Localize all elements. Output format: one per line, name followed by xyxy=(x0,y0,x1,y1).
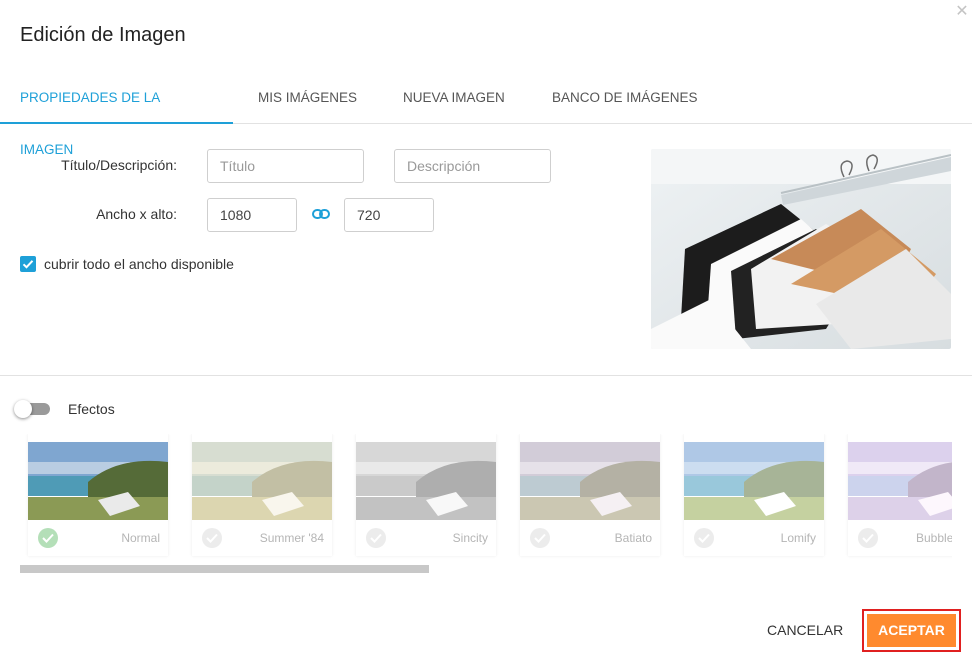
checkmark-icon xyxy=(202,528,222,548)
check-icon xyxy=(22,260,34,269)
effect-card-sincity[interactable]: Sincity xyxy=(356,434,496,556)
effect-footer: Normal xyxy=(28,520,168,556)
effects-label: Efectos xyxy=(68,401,115,417)
checkmark-icon xyxy=(858,528,878,548)
tab-bar: PROPIEDADES DE LA IMAGEN MIS IMÁGENES NU… xyxy=(0,72,972,157)
effect-card-bubble[interactable]: Bubble xyxy=(848,434,952,556)
title-input[interactable] xyxy=(207,149,364,183)
effects-strip: Normal Summer '84 Sincity Batiato Lomify… xyxy=(20,434,952,560)
toggle-knob xyxy=(14,400,32,418)
effect-name: Bubble xyxy=(916,531,952,545)
checkmark-icon xyxy=(530,528,550,548)
height-input[interactable] xyxy=(344,198,434,232)
effect-footer: Sincity xyxy=(356,520,496,556)
effect-card-batiato[interactable]: Batiato xyxy=(520,434,660,556)
title-description-label: Título/Descripción: xyxy=(61,157,177,173)
effect-footer: Bubble xyxy=(848,520,952,556)
effect-name: Normal xyxy=(121,531,160,545)
accept-button[interactable]: ACEPTAR xyxy=(867,614,956,647)
effects-toggle[interactable] xyxy=(14,400,52,418)
effect-footer: Summer '84 xyxy=(192,520,332,556)
effect-footer: Lomify xyxy=(684,520,824,556)
effect-name: Lomify xyxy=(780,531,816,545)
size-label: Ancho x alto: xyxy=(96,206,177,222)
effect-thumbnail xyxy=(848,442,952,520)
full-width-label: cubrir todo el ancho disponible xyxy=(44,256,234,272)
dialog-title: Edición de Imagen xyxy=(20,24,186,46)
effect-name: Sincity xyxy=(452,531,488,545)
tab-propiedades[interactable]: PROPIEDADES DE LA IMAGEN xyxy=(0,72,233,157)
description-input[interactable] xyxy=(394,149,551,183)
tab-nueva-imagen[interactable]: NUEVA IMAGEN xyxy=(383,72,525,124)
effect-thumbnail xyxy=(520,442,660,520)
section-divider xyxy=(0,375,972,376)
close-icon[interactable]: ✕ xyxy=(954,4,970,20)
effect-name: Batiato xyxy=(614,531,652,545)
effect-card-lomify[interactable]: Lomify xyxy=(684,434,824,556)
checkmark-icon xyxy=(694,528,714,548)
effect-thumbnail xyxy=(684,442,824,520)
effect-thumbnail xyxy=(28,442,168,520)
chain-link-icon[interactable] xyxy=(311,206,331,222)
effect-card-normal[interactable]: Normal xyxy=(28,434,168,556)
full-width-checkbox[interactable] xyxy=(20,256,36,272)
effect-thumbnail xyxy=(192,442,332,520)
checkmark-icon xyxy=(366,528,386,548)
effects-scrollbar[interactable] xyxy=(20,565,429,573)
cancel-button[interactable]: CANCELAR xyxy=(755,612,855,648)
tab-mis-imagenes[interactable]: MIS IMÁGENES xyxy=(238,72,377,124)
effect-thumbnail xyxy=(356,442,496,520)
effect-name: Summer '84 xyxy=(259,531,324,545)
image-preview xyxy=(651,149,951,349)
width-input[interactable] xyxy=(207,198,297,232)
effect-card-summer84[interactable]: Summer '84 xyxy=(192,434,332,556)
effect-footer: Batiato xyxy=(520,520,660,556)
checkmark-icon xyxy=(38,528,58,548)
tab-banco-imagenes[interactable]: BANCO DE IMÁGENES xyxy=(532,72,718,124)
